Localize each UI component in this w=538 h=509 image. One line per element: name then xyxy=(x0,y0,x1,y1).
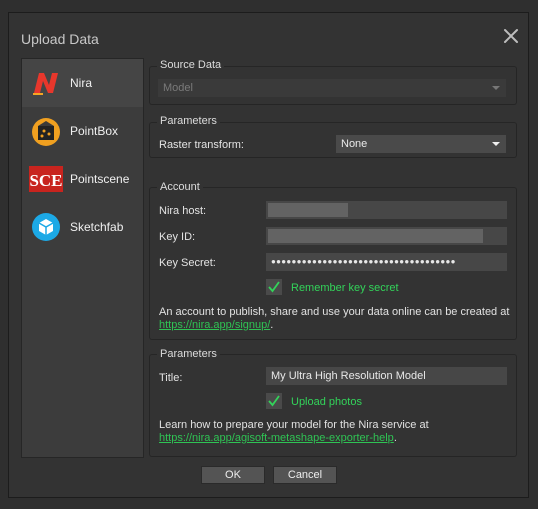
sidebar-item-label: Pointscene xyxy=(70,172,130,186)
upload-photos-checkbox[interactable] xyxy=(266,393,282,409)
sidebar-item-label: Nira xyxy=(70,76,93,90)
sidebar-item-pointscene[interactable]: SCE Pointscene xyxy=(22,155,143,203)
sketchfab-logo-icon xyxy=(29,210,63,244)
sidebar-item-label: Sketchfab xyxy=(70,220,124,234)
sidebar-item-nira[interactable]: Nira xyxy=(22,59,143,107)
source-data-title: Source Data xyxy=(157,59,225,71)
key-secret-label: Key Secret: xyxy=(159,257,216,269)
help-note-text: Learn how to prepare your model for the … xyxy=(159,419,429,431)
check-icon xyxy=(268,395,280,407)
pointbox-logo-icon xyxy=(29,114,63,148)
account-title: Account xyxy=(157,181,203,193)
account-note-suffix: . xyxy=(270,319,274,331)
upload-parameters-title: Parameters xyxy=(157,348,220,360)
redacted-value xyxy=(268,229,483,243)
sidebar-item-pointbox[interactable]: PointBox xyxy=(22,107,143,155)
account-note-text: An account to publish, share and use you… xyxy=(159,306,510,318)
raster-transform-value: None xyxy=(341,138,368,150)
parameters-title: Parameters xyxy=(157,115,220,127)
key-id-label: Key ID: xyxy=(159,231,196,243)
dialog-title: Upload Data xyxy=(21,31,99,47)
key-id-field[interactable] xyxy=(266,227,507,245)
key-secret-field[interactable]: ●●●●●●●●●●●●●●●●●●●●●●●●●●●●●●●●●●●● xyxy=(266,253,507,271)
signup-link[interactable]: https://nira.app/signup/ xyxy=(159,319,270,331)
remember-key-label: Remember key secret xyxy=(291,282,399,294)
nira-host-label: Nira host: xyxy=(159,205,207,217)
nira-logo-icon xyxy=(29,66,63,100)
account-note: An account to publish, share and use you… xyxy=(159,306,514,332)
sidebar-item-sketchfab[interactable]: Sketchfab xyxy=(22,203,143,251)
raster-transform-label: Raster transform: xyxy=(159,139,244,151)
title-input[interactable]: My Ultra High Resolution Model xyxy=(266,367,507,385)
source-data-select[interactable]: Model xyxy=(158,79,506,97)
close-icon[interactable] xyxy=(502,27,520,45)
chevron-down-icon xyxy=(492,142,500,146)
pointscene-logo-icon: SCE xyxy=(29,162,63,196)
raster-transform-select[interactable]: None xyxy=(336,135,506,153)
svg-text:SCE: SCE xyxy=(29,171,62,190)
remember-key-checkbox[interactable] xyxy=(266,279,282,295)
chevron-down-icon xyxy=(492,86,500,90)
help-note-suffix: . xyxy=(393,432,397,444)
help-note: Learn how to prepare your model for the … xyxy=(159,419,514,445)
nira-host-field[interactable] xyxy=(266,201,507,219)
check-icon xyxy=(268,281,280,293)
sidebar-item-label: PointBox xyxy=(70,124,119,138)
ok-button[interactable]: OK xyxy=(201,466,265,484)
service-sidebar: Nira PointBox SCE Pointscene Sketchfab xyxy=(21,58,144,458)
redacted-value xyxy=(268,203,348,217)
upload-photos-label: Upload photos xyxy=(291,396,362,408)
upload-data-dialog: Upload Data Nira PointBox SCE Pointscene… xyxy=(8,12,529,498)
source-data-value: Model xyxy=(163,82,193,94)
cancel-button[interactable]: Cancel xyxy=(273,466,337,484)
title-label: Title: xyxy=(159,372,183,384)
help-link[interactable]: https://nira.app/agisoft-metashape-expor… xyxy=(159,432,394,444)
